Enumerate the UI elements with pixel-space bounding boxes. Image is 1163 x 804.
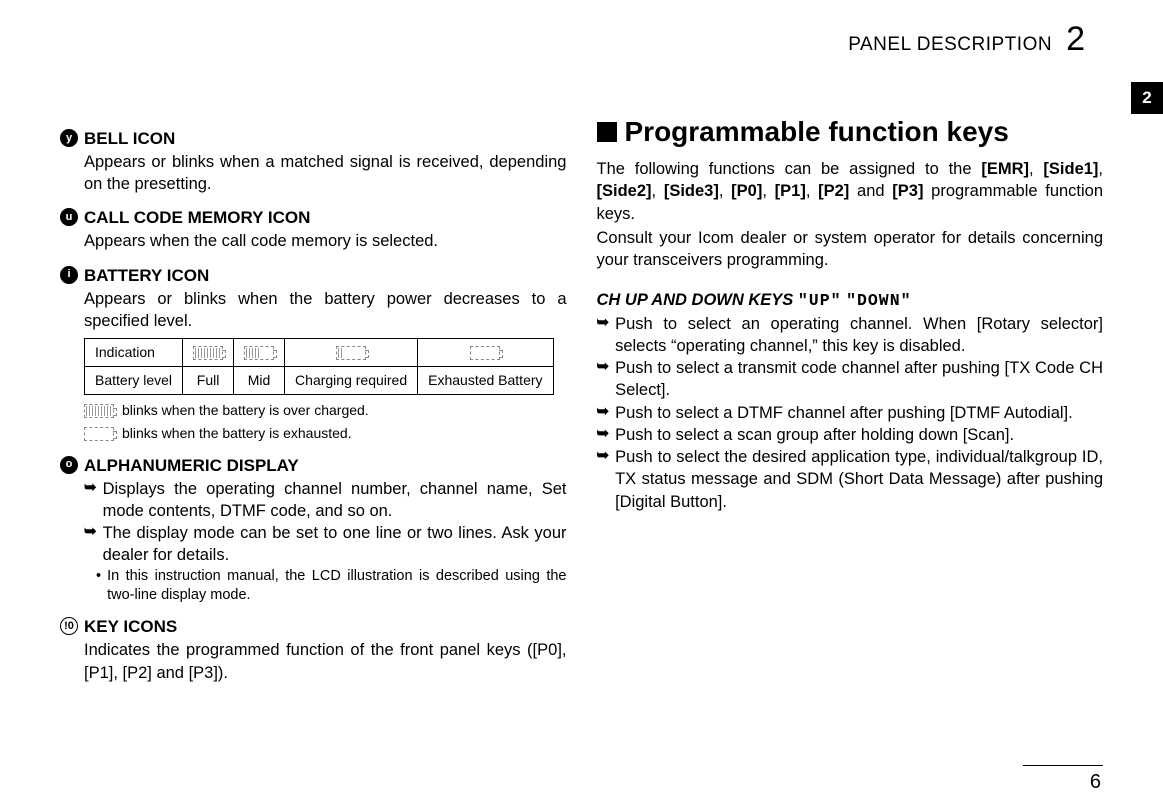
battery-icon-exhausted xyxy=(418,339,553,367)
intro-paragraph-2: Consult your Icom dealer or system opera… xyxy=(597,227,1104,272)
note-text: In this instruction manual, the LCD illu… xyxy=(107,567,566,605)
item-body: Indicates the programmed function of the… xyxy=(84,639,567,684)
function-bullet: ➥ Push to select a DTMF channel after pu… xyxy=(597,402,1104,424)
arrow-icon: ➥ xyxy=(597,424,610,446)
square-icon xyxy=(597,122,617,142)
battery-level-charging: Charging required xyxy=(285,367,418,395)
battery-icon xyxy=(84,424,114,443)
table-header-indication: Indication xyxy=(85,339,183,367)
marker-y: y xyxy=(60,129,78,147)
battery-legend-overcharged: blinks when the battery is over charged. xyxy=(84,401,567,420)
subsection: CH UP AND DOWN KEYS "UP" "DOWN" ➥ Push t… xyxy=(597,289,1104,513)
bullet-text: The display mode can be set to one line … xyxy=(103,522,567,567)
function-bullet: ➥ Push to select a scan group after hold… xyxy=(597,424,1104,446)
battery-level-exhausted: Exhausted Battery xyxy=(418,367,553,395)
lcd-label-up: "UP" xyxy=(798,291,842,310)
page: PANEL DESCRIPTION 2 2 y BELL ICON Appear… xyxy=(0,0,1163,804)
page-number: 6 xyxy=(1090,771,1101,794)
table-row: Indication xyxy=(85,339,554,367)
battery-icon-mid xyxy=(234,339,285,367)
battery-icon-charging xyxy=(285,339,418,367)
arrow-icon: ➥ xyxy=(597,446,610,513)
bullet-text: Push to select an operating channel. Whe… xyxy=(615,313,1103,358)
marker-o: o xyxy=(60,456,78,474)
lcd-label-down: "DOWN" xyxy=(846,291,911,310)
subsection-title-row: CH UP AND DOWN KEYS "UP" "DOWN" xyxy=(597,289,1104,312)
side-tab: 2 xyxy=(1131,82,1163,114)
intro-prefix: The following functions can be assigned … xyxy=(597,160,982,178)
key-p2: [P2] xyxy=(818,182,849,200)
item-title: KEY ICONS xyxy=(84,616,177,639)
item-title: ALPHANUMERIC DISPLAY xyxy=(84,455,299,478)
item-title: BATTERY ICON xyxy=(84,265,209,288)
section-heading: Programmable function keys xyxy=(597,116,1104,148)
battery-level-mid: Mid xyxy=(234,367,285,395)
key-side3: [Side3] xyxy=(664,182,719,200)
key-emr: [EMR] xyxy=(981,160,1029,178)
item-body: Appears or blinks when a matched signal … xyxy=(84,151,567,196)
function-bullet: ➥ Push to select the desired application… xyxy=(597,446,1104,513)
arrow-icon: ➥ xyxy=(84,478,97,523)
header-title: PANEL DESCRIPTION xyxy=(848,34,1052,56)
marker-u: u xyxy=(60,208,78,226)
function-bullet: ➥ Push to select an operating channel. W… xyxy=(597,313,1104,358)
item-body: Appears or blinks when the battery power… xyxy=(84,288,567,333)
battery-table: Indication Battery level Full Mid Chargi… xyxy=(84,338,554,395)
key-p0: [P0] xyxy=(731,182,762,200)
item-key-icons: !0 KEY ICONS Indicates the programmed fu… xyxy=(60,616,567,683)
item-call-code-memory-icon: u CALL CODE MEMORY ICON Appears when the… xyxy=(60,207,567,252)
sub-bullet: ➥ Displays the operating channel number,… xyxy=(84,478,567,523)
sub-bullet: ➥ The display mode can be set to one lin… xyxy=(84,522,567,567)
item-title: CALL CODE MEMORY ICON xyxy=(84,207,310,230)
left-column: y BELL ICON Appears or blinks when a mat… xyxy=(60,116,567,694)
heading-text: Programmable function keys xyxy=(625,116,1009,147)
key-side2: [Side2] xyxy=(597,182,652,200)
table-row: Battery level Full Mid Charging required… xyxy=(85,367,554,395)
page-header: PANEL DESCRIPTION 2 xyxy=(60,22,1103,56)
item-battery-icon: i BATTERY ICON Appears or blinks when th… xyxy=(60,265,567,443)
key-side1: [Side1] xyxy=(1043,160,1098,178)
battery-legend-exhausted: blinks when the battery is exhausted. xyxy=(84,424,567,443)
marker-0: !0 xyxy=(60,617,78,635)
bullet-text: Push to select a DTMF channel after push… xyxy=(615,402,1073,424)
item-body: Appears when the call code memory is sel… xyxy=(84,230,567,252)
marker-i: i xyxy=(60,266,78,284)
footer-rule xyxy=(1023,765,1103,766)
arrow-icon: ➥ xyxy=(84,522,97,567)
item-bell-icon: y BELL ICON Appears or blinks when a mat… xyxy=(60,128,567,195)
intro-paragraph: The following functions can be assigned … xyxy=(597,158,1104,225)
item-title: BELL ICON xyxy=(84,128,175,151)
key-p3: [P3] xyxy=(892,182,923,200)
battery-level-full: Full xyxy=(183,367,234,395)
key-p1: [P1] xyxy=(775,182,806,200)
right-column: Programmable function keys The following… xyxy=(597,116,1104,694)
bullet-text: Push to select the desired application t… xyxy=(615,446,1103,513)
arrow-icon: ➥ xyxy=(597,313,610,358)
legend-text: blinks when the battery is over charged. xyxy=(122,401,369,420)
arrow-icon: ➥ xyxy=(597,357,610,402)
note-bullet: • In this instruction manual, the LCD il… xyxy=(96,567,567,605)
columns: y BELL ICON Appears or blinks when a mat… xyxy=(60,116,1103,694)
arrow-icon: ➥ xyxy=(597,402,610,424)
dot-icon: • xyxy=(96,567,101,605)
bullet-text: Displays the operating channel number, c… xyxy=(103,478,567,523)
legend-text: blinks when the battery is exhausted. xyxy=(122,424,352,443)
battery-icon-full xyxy=(183,339,234,367)
bullet-text: Push to select a transmit code channel a… xyxy=(615,357,1103,402)
bullet-text: Push to select a scan group after holdin… xyxy=(615,424,1014,446)
function-bullet: ➥ Push to select a transmit code channel… xyxy=(597,357,1104,402)
battery-icon xyxy=(84,401,114,420)
item-alphanumeric-display: o ALPHANUMERIC DISPLAY ➥ Displays the op… xyxy=(60,455,567,605)
table-header-level: Battery level xyxy=(85,367,183,395)
chapter-number: 2 xyxy=(1066,22,1085,56)
subsection-title: CH UP AND DOWN KEYS xyxy=(597,291,794,309)
